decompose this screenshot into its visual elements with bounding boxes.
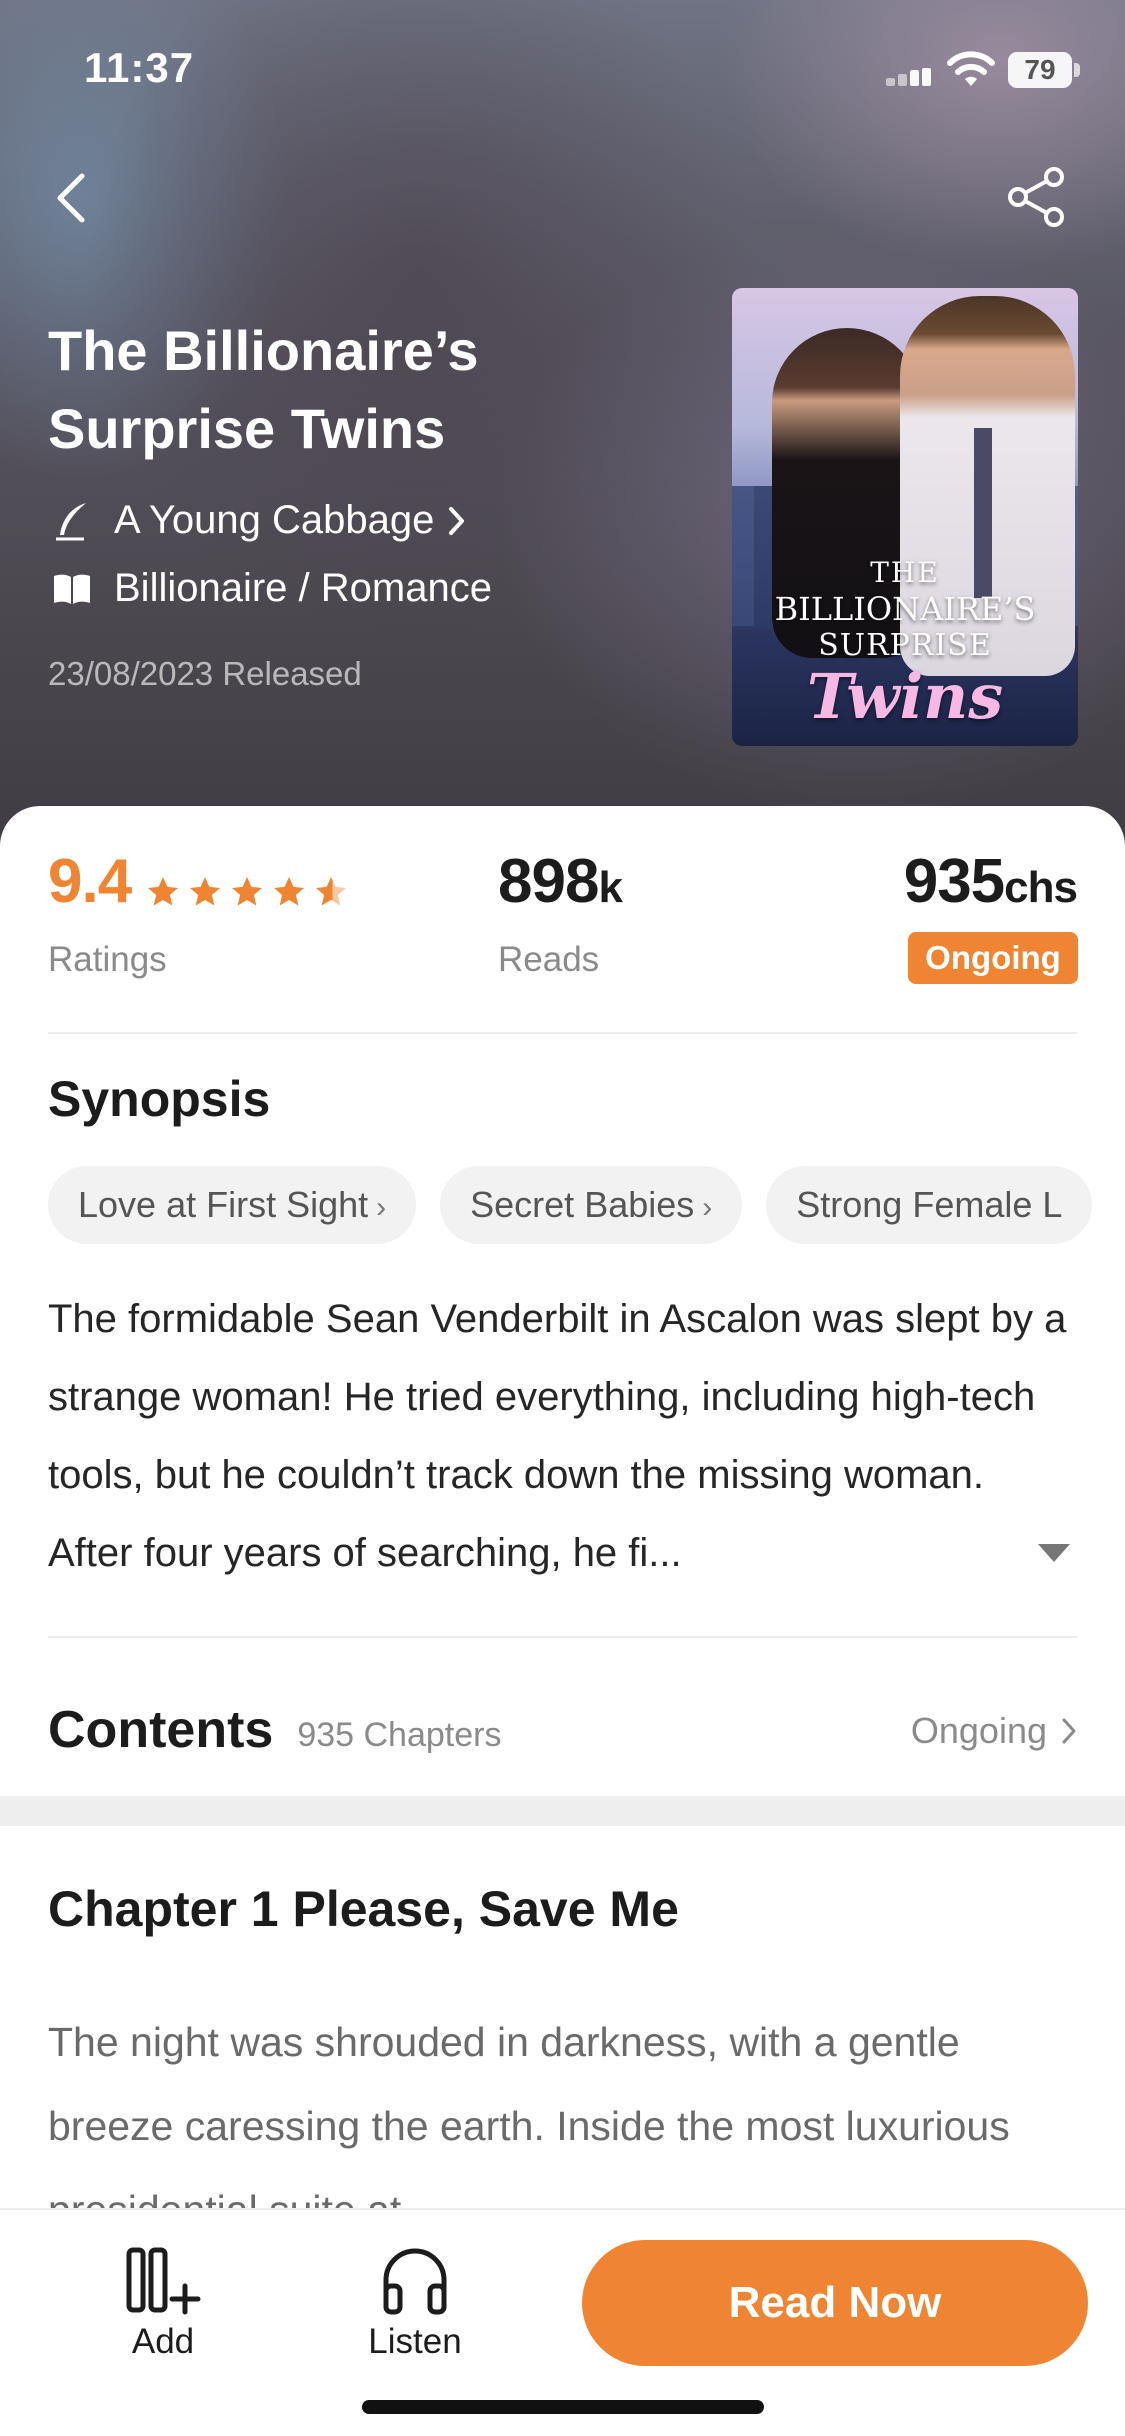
book-title: The Billionaire’s Surprise Twins <box>48 319 479 460</box>
chevron-right-icon <box>449 506 465 535</box>
open-book-icon <box>52 569 92 609</box>
add-to-library-button[interactable]: Add <box>88 2246 238 2362</box>
contents-heading: Contents <box>48 1701 274 1759</box>
cover-text-line2: BILLIONAIRE’S <box>774 590 1036 628</box>
cover-text-line4: Twins <box>806 660 1004 733</box>
divider <box>48 1032 1077 1034</box>
chapter-preview-text[interactable]: The night was shrouded in darkness, with… <box>48 2000 1077 2208</box>
share-button[interactable] <box>1004 164 1070 230</box>
author-name: A Young Cabbage <box>114 498 435 542</box>
battery-icon: 79 <box>1008 52 1080 88</box>
star-icon <box>274 877 305 906</box>
tag-list: Love at First Sight › Secret Babies › Strong… <box>48 1166 1125 1246</box>
back-button[interactable] <box>44 168 104 228</box>
genre-row: Billionaire / Romance <box>52 566 492 611</box>
battery-level: 79 <box>1008 52 1072 88</box>
tag-chip[interactable]: Secret Babies › <box>440 1166 743 1244</box>
tag-chip[interactable]: Love at First Sight › <box>48 1166 417 1244</box>
listen-button[interactable]: Listen <box>340 2246 490 2362</box>
listen-label: Listen <box>368 2322 462 2361</box>
status-bar: 11:37 79 <box>0 0 1125 140</box>
author-link[interactable]: A Young Cabbage <box>52 498 466 543</box>
add-label: Add <box>131 2322 195 2361</box>
release-date: 23/08/2023 Released <box>48 655 362 692</box>
half-star-icon <box>316 877 347 906</box>
status-time: 11:37 <box>84 44 195 91</box>
cover-text-line1: THE <box>870 556 940 589</box>
section-separator <box>0 1796 1125 1826</box>
headphones-icon <box>383 2248 447 2315</box>
rating-value: 9.4 <box>48 847 132 916</box>
bottom-action-bar: Add Listen Read Now <box>0 2208 1125 2436</box>
chapters-value: 935chs <box>903 847 1078 916</box>
contents-chapter-count: 935 Chapters <box>297 1715 502 1754</box>
chapter-title: Chapter 1 Please, Save Me <box>48 1881 679 1937</box>
star-icon <box>148 877 179 906</box>
genre-text: Billionaire / Romance <box>114 566 492 610</box>
expand-caret-icon[interactable] <box>1034 1538 1074 1566</box>
ratings-label: Ratings <box>48 940 167 979</box>
chevron-right-icon: › <box>376 1191 387 1224</box>
chevron-right-icon: › <box>702 1191 713 1224</box>
cellular-signal-icon <box>886 68 932 86</box>
reads-value: 898k <box>498 847 623 916</box>
divider <box>48 1636 1077 1638</box>
status-badge: Ongoing <box>908 932 1078 984</box>
star-icon <box>232 877 263 906</box>
tag-chip[interactable]: Strong Female L <box>766 1166 1093 1244</box>
chevron-right-icon <box>1062 1718 1076 1744</box>
read-now-button[interactable]: Read Now <box>582 2240 1088 2366</box>
contents-row[interactable]: Contents 935 Chapters Ongoing <box>48 1690 1077 1770</box>
contents-status: Ongoing <box>911 1710 1077 1752</box>
reads-label: Reads <box>498 940 600 979</box>
book-cover-image: THE BILLIONAIRE’S SURPRISE Twins <box>732 288 1078 746</box>
rating-stat: 9.4 <box>48 850 355 914</box>
cover-text-line3: SURPRISE <box>818 628 992 663</box>
rating-stars <box>145 874 355 910</box>
quill-pen-icon <box>52 501 92 541</box>
wifi-icon <box>947 51 995 86</box>
add-to-shelf-icon <box>126 2247 201 2315</box>
home-indicator <box>362 2400 764 2414</box>
synopsis-heading: Synopsis <box>48 1071 271 1127</box>
book-header-hero: 11:37 79 The Billionaire’s Surprise Twin… <box>0 0 1125 860</box>
star-icon <box>190 877 221 906</box>
